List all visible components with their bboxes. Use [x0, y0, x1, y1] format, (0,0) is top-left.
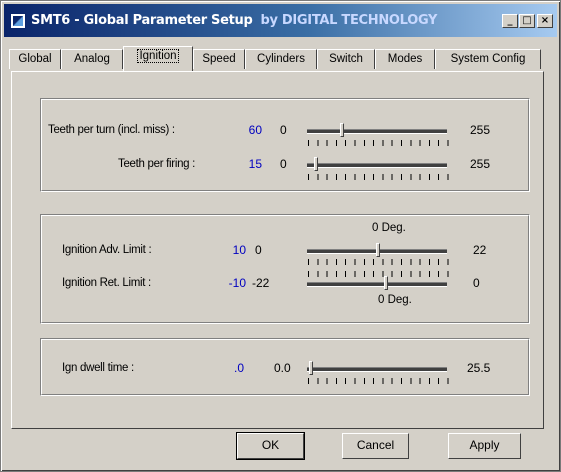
teeth-per-firing-label: Teeth per firing : [118, 158, 196, 170]
teeth-per-turn-min: 0 [280, 123, 287, 137]
teeth-per-firing-ticks [308, 174, 449, 180]
teeth-per-firing-min: 0 [280, 157, 287, 171]
ign-dwell-time-value: .0 [233, 361, 244, 375]
teeth-per-firing-max: 255 [470, 157, 491, 171]
close-icon[interactable]: × [537, 14, 553, 28]
ignition-ret-limit-slider-thumb[interactable] [384, 276, 388, 290]
parameter-setup-window: SMT6 - Global Parameter Setup by DIGITAL … [0, 0, 561, 472]
teeth-per-firing-slider-track[interactable] [307, 163, 447, 168]
teeth-per-turn-max: 255 [470, 123, 491, 137]
ignition-adv-limit-min: 0 [255, 243, 262, 257]
tab-modes[interactable]: Modes [375, 49, 435, 69]
ign-dwell-time-slider-thumb[interactable] [309, 361, 313, 375]
tab-switch[interactable]: Switch [317, 49, 375, 69]
ignition-adv-limit-max: 22 [473, 243, 487, 257]
ignition-adv-limit-value: 10 [232, 243, 246, 257]
ignition-ret-limit-max: 0 [473, 276, 480, 290]
tab-ignition[interactable]: Ignition [123, 46, 193, 71]
teeth-group [40, 98, 530, 192]
teeth-per-turn-label: Teeth per turn (incl. miss) : [48, 124, 175, 136]
ignition-ret-limit-min: -22 [252, 276, 270, 290]
ignition-adv-limit-ticks [308, 259, 449, 265]
teeth-per-firing-value: 15 [248, 157, 262, 171]
ign-dwell-time-max: 25.5 [467, 361, 491, 375]
ign-dwell-time-slider-track[interactable] [307, 367, 447, 372]
ign-dwell-time-label: Ign dwell time : [62, 362, 134, 374]
teeth-per-turn-slider-thumb[interactable] [340, 123, 344, 137]
ignition-ret-limit-value: -10 [228, 276, 246, 290]
teeth-per-turn-value: 60 [248, 123, 262, 137]
app-icon [10, 13, 26, 29]
ign-dwell-time-min: 0.0 [274, 361, 291, 375]
apply-button[interactable]: Apply [448, 433, 521, 459]
window-title: SMT6 - Global Parameter Setup by DIGITAL … [31, 13, 438, 28]
ignition-ret-limit-slider-track[interactable] [307, 282, 447, 287]
minimize-icon[interactable]: _ [502, 14, 518, 28]
teeth-per-firing-slider-thumb[interactable] [314, 157, 318, 171]
ignition-panel: Teeth per turn (incl. miss) : 60 0 255 T… [11, 71, 544, 429]
ign-dwell-time-ticks [308, 378, 449, 384]
tab-speed[interactable]: Speed [193, 49, 245, 69]
maximize-icon[interactable]: □ [519, 14, 535, 28]
teeth-per-turn-ticks [308, 140, 449, 146]
tab-cylinders[interactable]: Cylinders [245, 49, 317, 69]
ignition-adv-limit-slider-thumb[interactable] [376, 243, 380, 257]
ignition-limits-group [40, 214, 530, 324]
tab-analog[interactable]: Analog [61, 49, 123, 69]
tab-system-config[interactable]: System Config [435, 49, 541, 69]
title-vendor: by DIGITAL TECHNOLOGY [260, 13, 438, 28]
title-bar[interactable]: SMT6 - Global Parameter Setup by DIGITAL … [4, 4, 557, 37]
ret-zero-deg-label: 0 Deg. [378, 294, 412, 306]
ignition-ret-limit-label: Ignition Ret. Limit : [62, 277, 151, 289]
cancel-button[interactable]: Cancel [342, 433, 409, 459]
adv-zero-deg-label: 0 Deg. [372, 222, 406, 234]
ignition-ret-limit-ticks [308, 271, 449, 277]
teeth-per-turn-slider-track[interactable] [307, 129, 447, 134]
ok-button[interactable]: OK [236, 432, 305, 460]
ignition-adv-limit-label: Ignition Adv. Limit : [62, 244, 152, 256]
tab-global[interactable]: Global [9, 49, 61, 69]
